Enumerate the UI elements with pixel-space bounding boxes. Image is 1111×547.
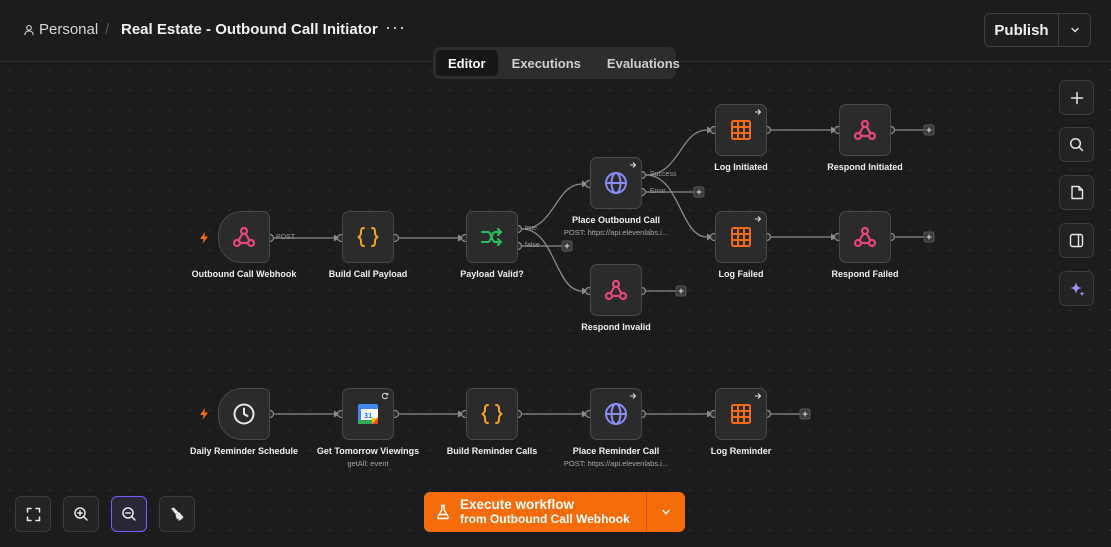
sparkles-icon: [1069, 281, 1084, 296]
search-icon: [1069, 137, 1084, 152]
connection-label-false: false: [525, 242, 540, 249]
panel-right-icon: [1069, 233, 1084, 248]
arrow-right-icon: [755, 393, 762, 399]
clock-icon: [233, 403, 255, 425]
node-label: Get Tomorrow Viewings: [316, 446, 420, 456]
node-label: Respond Failed: [831, 269, 899, 279]
plus-icon: [1070, 91, 1083, 104]
node-respond-failed[interactable]: [839, 211, 891, 263]
node-build-reminder-calls[interactable]: [466, 388, 518, 440]
execute-title: Execute workflow: [460, 497, 575, 512]
zoom-in-button[interactable]: [63, 496, 99, 532]
node-label: Log Reminder: [710, 446, 772, 456]
zoom-out-icon: [122, 507, 136, 521]
node-label: Log Initiated: [714, 162, 768, 172]
search-nodes-button[interactable]: [1059, 127, 1094, 162]
node-place-outbound-call[interactable]: [590, 157, 642, 209]
arrow-right-icon: [630, 162, 637, 168]
arrow-right-icon: [630, 393, 637, 399]
code-braces-icon: [357, 227, 379, 247]
node-label: Build Call Payload: [328, 269, 408, 279]
node-respond-initiated[interactable]: [839, 104, 891, 156]
table-icon: [731, 227, 751, 247]
connection-false-to-respond-invalid: [521, 228, 583, 292]
arrow-right-icon: [755, 109, 762, 115]
trigger-bolt-icon: [200, 232, 208, 244]
execute-workflow-main[interactable]: Execute workflow from Outbound Call Webh…: [424, 497, 646, 527]
connection-label-post: POST: [276, 234, 296, 241]
toggle-panel-button[interactable]: [1059, 223, 1094, 258]
webhook-icon: [604, 279, 628, 301]
tidy-up-button[interactable]: [159, 496, 195, 532]
connection-label-true: true: [525, 225, 538, 232]
node-respond-invalid[interactable]: [590, 264, 642, 316]
table-icon: [731, 404, 751, 424]
webhook-icon: [232, 226, 256, 248]
fit-view-icon: [26, 507, 40, 521]
node-subtitle: POST: https://api.elevenlabs.i...: [563, 228, 669, 237]
node-label: Log Failed: [718, 269, 764, 279]
refresh-icon: [381, 392, 389, 400]
node-outbound-call-webhook[interactable]: [218, 211, 270, 263]
branch-if-icon: [481, 228, 502, 246]
node-build-call-payload[interactable]: [342, 211, 394, 263]
node-subtitle: POST: https://api.elevenlabs.i...: [563, 459, 669, 468]
zoom-out-button[interactable]: [111, 496, 147, 532]
node-label: Daily Reminder Schedule: [189, 446, 299, 456]
table-icon: [731, 120, 751, 140]
node-daily-reminder-schedule[interactable]: [218, 388, 270, 440]
globe-icon: [605, 172, 627, 194]
add-button-respond-initiated: [923, 124, 935, 136]
node-label: Build Reminder Calls: [446, 446, 538, 456]
arrow-right-icon: [755, 216, 762, 222]
chevron-down-icon: [662, 509, 670, 515]
add-node-button[interactable]: [1059, 80, 1094, 115]
zoom-in-icon: [74, 507, 88, 521]
globe-icon: [605, 403, 627, 425]
sticky-note-button[interactable]: [1059, 175, 1094, 210]
node-log-initiated[interactable]: [715, 104, 767, 156]
add-button-respond-invalid: [675, 285, 687, 297]
ai-assistant-button[interactable]: [1059, 271, 1094, 306]
calendar-day-number: 31: [364, 411, 372, 420]
add-button-error: [693, 186, 705, 198]
connection-label-error: Error: [650, 188, 666, 195]
execute-trigger-dropdown[interactable]: [645, 492, 685, 532]
node-payload-valid[interactable]: [466, 211, 518, 263]
node-label: Place Outbound Call: [571, 215, 660, 225]
node-label: Payload Valid?: [460, 269, 524, 279]
broom-icon: [171, 507, 184, 521]
node-log-reminder[interactable]: [715, 388, 767, 440]
node-get-tomorrow-viewings[interactable]: 31: [342, 388, 394, 440]
add-button-respond-failed: [923, 231, 935, 243]
execute-subtitle: from Outbound Call Webhook: [460, 512, 630, 526]
webhook-icon: [853, 119, 877, 141]
flask-icon: [436, 504, 450, 520]
trigger-bolt-icon: [200, 408, 208, 420]
node-place-reminder-call[interactable]: [590, 388, 642, 440]
node-label: Outbound Call Webhook: [191, 269, 297, 279]
add-button-log-reminder: [799, 408, 811, 420]
node-label: Respond Initiated: [827, 162, 903, 172]
add-button-false: [561, 240, 573, 252]
execute-workflow-button[interactable]: Execute workflow from Outbound Call Webh…: [424, 492, 685, 532]
connection-label-success: Success: [650, 171, 677, 178]
node-subtitle: getAll: event: [347, 459, 389, 468]
node-label: Respond Invalid: [581, 322, 651, 332]
fit-view-button[interactable]: [15, 496, 51, 532]
google-calendar-icon: 31: [358, 404, 378, 424]
node-log-failed[interactable]: [715, 211, 767, 263]
node-label: Place Reminder Call: [572, 446, 660, 456]
code-braces-icon: [481, 404, 503, 424]
webhook-icon: [853, 226, 877, 248]
sticky-note-icon: [1070, 185, 1083, 200]
